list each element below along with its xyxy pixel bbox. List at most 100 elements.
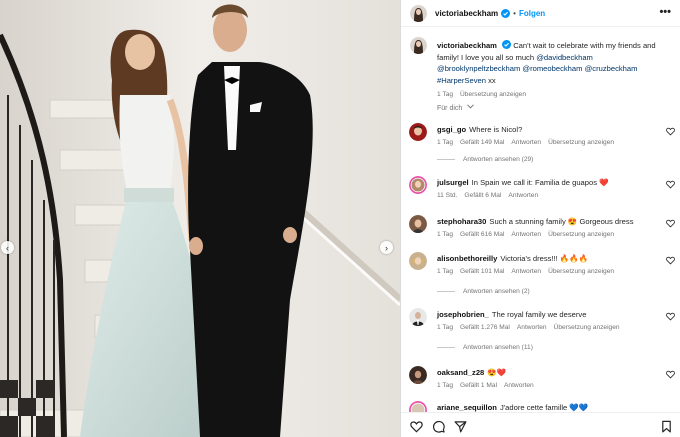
commenter-username[interactable]: ariane_sequillon <box>437 403 497 412</box>
heart-icon[interactable] <box>666 370 675 379</box>
commenter-username[interactable]: alisonbethoreilly <box>437 254 497 263</box>
sort-label: Für dich <box>437 105 463 112</box>
more-options-icon[interactable]: ••• <box>659 6 671 18</box>
hashtag-link[interactable]: #HarperSeven <box>437 76 486 85</box>
caption-avatar[interactable] <box>410 37 427 54</box>
share-icon[interactable] <box>454 420 467 433</box>
photo-image <box>0 0 400 437</box>
comment-meta: 1 Tag Gefällt 616 Mal Antworten Übersetz… <box>437 231 614 238</box>
commenter-username[interactable]: oaksand_z28 <box>437 368 484 377</box>
comment-time[interactable]: 1 Tag <box>437 382 453 389</box>
reply-button[interactable]: Antworten <box>511 231 541 238</box>
commenter-avatar[interactable] <box>409 401 427 412</box>
caption-tail: xx <box>485 75 496 85</box>
comment-time[interactable]: 11 Std. <box>437 192 457 199</box>
commenter-avatar[interactable] <box>409 366 427 384</box>
comment-text: In Spain we call it: Familia de guapos ❤… <box>471 178 609 187</box>
commenter-username[interactable]: stephohara30 <box>437 217 486 226</box>
commenter-avatar[interactable] <box>409 252 427 270</box>
commenter-avatar[interactable] <box>409 215 427 233</box>
caption-time[interactable]: 1 Tag <box>437 91 453 98</box>
view-replies-label: Antworten ansehen (29) <box>463 156 534 163</box>
heart-icon[interactable] <box>666 127 675 136</box>
comment-likes[interactable]: Gefällt 149 Mal <box>460 139 504 146</box>
heart-icon[interactable] <box>666 219 675 228</box>
comment-time[interactable]: 1 Tag <box>437 268 453 275</box>
commenter-username[interactable]: josephobrien_ <box>437 310 489 319</box>
translate-link[interactable]: Übersetzung anzeigen <box>548 268 614 275</box>
comment-text: The royal family we deserve <box>491 310 587 319</box>
author-avatar[interactable] <box>410 4 427 22</box>
comment-line: josephobrien_ The royal family we deserve <box>437 310 586 319</box>
commenter-username[interactable]: julsurgel <box>437 178 469 187</box>
mention-link[interactable]: @romeobeckham <box>522 64 582 73</box>
comment-likes[interactable]: Gefällt 1.276 Mal <box>460 324 510 331</box>
caption-translate-link[interactable]: Übersetzung anzeigen <box>460 91 526 98</box>
commenter-avatar[interactable] <box>409 176 427 194</box>
next-photo-button[interactable]: › <box>380 241 393 254</box>
mention-link[interactable]: @brooklynpeltzbeckham <box>437 64 520 73</box>
reply-button[interactable]: Antworten <box>511 139 541 146</box>
comment-likes[interactable]: Gefällt 616 Mal <box>460 231 504 238</box>
chevron-down-icon <box>467 104 475 109</box>
verified-badge-icon <box>502 40 512 49</box>
comment-likes[interactable]: Gefällt 101 Mal <box>460 268 504 275</box>
mention-link[interactable]: @cruzbeckham <box>585 64 638 73</box>
comment-likes[interactable]: Gefällt 6 Mal <box>464 192 501 199</box>
comment-likes[interactable]: Gefällt 1 Mal <box>460 382 497 389</box>
comment-line: ariane_sequillon J'adore cette famille 💙💙 <box>437 403 588 412</box>
reply-button[interactable]: Antworten <box>508 192 538 199</box>
comment-text: Victoria's dress!!! 🔥🔥🔥 <box>500 254 589 263</box>
comment-time[interactable]: 1 Tag <box>437 324 453 331</box>
reply-button[interactable]: Antworten <box>504 382 534 389</box>
author-username[interactable]: victoriabeckham <box>435 9 498 18</box>
comment-icon[interactable] <box>432 420 445 433</box>
translate-link[interactable]: Übersetzung anzeigen <box>548 231 614 238</box>
post-modal: ‹ › victoriabeckham • Folgen ••• victori… <box>0 0 680 437</box>
heart-icon[interactable] <box>666 312 675 321</box>
heart-icon[interactable] <box>666 180 675 189</box>
post-actions-bar <box>401 412 680 437</box>
comment-time[interactable]: 1 Tag <box>437 231 453 238</box>
comment-text: Where is Nicol? <box>469 125 523 134</box>
caption-text: victoriabeckham Can't wait to celebrate … <box>437 40 675 86</box>
comment-time[interactable]: 1 Tag <box>437 139 453 146</box>
caption-username[interactable]: victoriabeckham <box>437 41 497 50</box>
comment-text: 😍❤️ <box>487 368 507 377</box>
view-replies-button[interactable]: Antworten ansehen (29) <box>437 156 533 163</box>
comment-line: stephohara30 Such a stunning family 😍 Gor… <box>437 217 634 226</box>
bookmark-icon[interactable] <box>660 420 673 433</box>
comment-meta: 1 Tag Gefällt 1 Mal Antworten <box>437 382 534 389</box>
view-replies-button[interactable]: Antworten ansehen (11) <box>437 344 533 351</box>
post-photo[interactable]: ‹ › <box>0 0 400 437</box>
comment-sort-dropdown[interactable]: Für dich <box>437 104 475 112</box>
view-replies-label: Antworten ansehen (11) <box>463 344 533 351</box>
comment-meta: 1 Tag Gefällt 1.276 Mal Antworten Überse… <box>437 324 620 331</box>
translate-link[interactable]: Übersetzung anzeigen <box>548 139 614 146</box>
comment-line: julsurgel In Spain we call it: Familia de… <box>437 178 609 187</box>
heart-icon[interactable] <box>666 256 675 265</box>
comments-scroll-area[interactable]: victoriabeckham Can't wait to celebrate … <box>401 28 680 412</box>
comment-meta: 1 Tag Gefällt 149 Mal Antworten Übersetz… <box>437 139 614 146</box>
view-replies-button[interactable]: Antworten ansehen (2) <box>437 288 530 295</box>
comment-line: oaksand_z28 😍❤️ <box>437 368 506 377</box>
comment-line: gsgi_go Where is Nicol? <box>437 125 522 134</box>
follow-button[interactable]: Folgen <box>519 9 545 18</box>
reply-button[interactable]: Antworten <box>511 268 541 275</box>
commenter-avatar[interactable] <box>409 308 427 326</box>
commenter-avatar[interactable] <box>409 123 427 141</box>
comment-meta: 11 Std. Gefällt 6 Mal Antworten <box>437 192 538 199</box>
reply-button[interactable]: Antworten <box>517 324 547 331</box>
mention-link[interactable]: @davidbeckham <box>536 53 593 62</box>
previous-photo-button[interactable]: ‹ <box>1 241 14 254</box>
heart-icon[interactable] <box>410 420 423 433</box>
post-details-panel: victoriabeckham • Folgen ••• victoriabec… <box>400 0 680 437</box>
chevron-left-icon: ‹ <box>6 242 9 253</box>
separator-dot: • <box>513 8 516 18</box>
translate-link[interactable]: Übersetzung anzeigen <box>554 324 620 331</box>
view-replies-label: Antworten ansehen (2) <box>463 288 530 295</box>
post-header: victoriabeckham • Folgen ••• <box>401 0 680 27</box>
commenter-username[interactable]: gsgi_go <box>437 125 466 134</box>
comment-meta: 1 Tag Gefällt 101 Mal Antworten Übersetz… <box>437 268 614 275</box>
caption-meta: 1 Tag Übersetzung anzeigen <box>437 91 526 98</box>
